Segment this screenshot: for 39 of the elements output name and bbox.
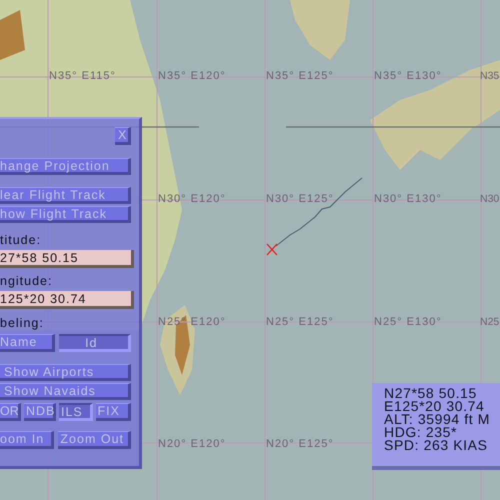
labeling-option[interactable]: Name xyxy=(0,334,55,352)
info-text: ALT: 35994 ft M xyxy=(384,413,492,426)
latitude-field[interactable]: 27*58 50.15 xyxy=(0,250,134,268)
info-text: SPD: 263 KIAS xyxy=(384,439,489,452)
grid-label: N30° E130° xyxy=(374,194,442,205)
grid-label: N35° E125° xyxy=(266,71,334,82)
navaid-toggle[interactable]: OR xyxy=(0,403,21,421)
navaid-toggle[interactable]: ILS xyxy=(59,403,93,421)
grid-label: N30° E125° xyxy=(266,194,334,205)
grid-label: N35° E115° xyxy=(49,71,116,82)
field-label: beling: xyxy=(0,316,44,330)
panel-button[interactable]: Show Navaids xyxy=(0,383,131,400)
labeling-option[interactable]: Id xyxy=(58,334,131,352)
close-button[interactable]: X xyxy=(115,127,131,145)
grid-label: N20° E125° xyxy=(266,439,334,450)
grid-label: N30 xyxy=(480,194,500,204)
grid-label: N25 xyxy=(480,317,500,328)
panel-button[interactable]: Show Airports xyxy=(0,364,131,381)
info-text: E125*20 30.74 xyxy=(384,400,486,413)
aircraft-cross-icon xyxy=(266,244,278,256)
grid-label: N25° E130° xyxy=(374,317,442,328)
grid-label: N20° E120° xyxy=(158,439,226,450)
zoom-button[interactable]: oom In xyxy=(0,431,54,449)
grid-label: N35° E130° xyxy=(374,71,442,82)
grid-label: N35° E120° xyxy=(158,71,226,82)
panel-button[interactable]: hange Projection xyxy=(0,158,131,175)
info-text: HDG: 235* xyxy=(384,426,458,439)
longitude-field[interactable]: 125*20 30.74 xyxy=(0,291,134,309)
field-label: ngitude: xyxy=(0,274,52,288)
grid-label: N35 xyxy=(480,71,500,82)
zoom-button[interactable]: Zoom Out xyxy=(58,431,131,449)
panel-button[interactable]: how Flight Track xyxy=(0,206,131,223)
info-text: N27*58 50.15 xyxy=(384,387,478,400)
panel-button[interactable]: lear Flight Track xyxy=(0,187,131,204)
grid-label: N30° E120° xyxy=(158,194,226,205)
navaid-toggle[interactable]: FIX xyxy=(96,403,131,421)
field-label: titude: xyxy=(0,233,42,247)
grid-label: N25° E125° xyxy=(266,317,334,328)
grid-label: N25° E120° xyxy=(158,317,226,328)
